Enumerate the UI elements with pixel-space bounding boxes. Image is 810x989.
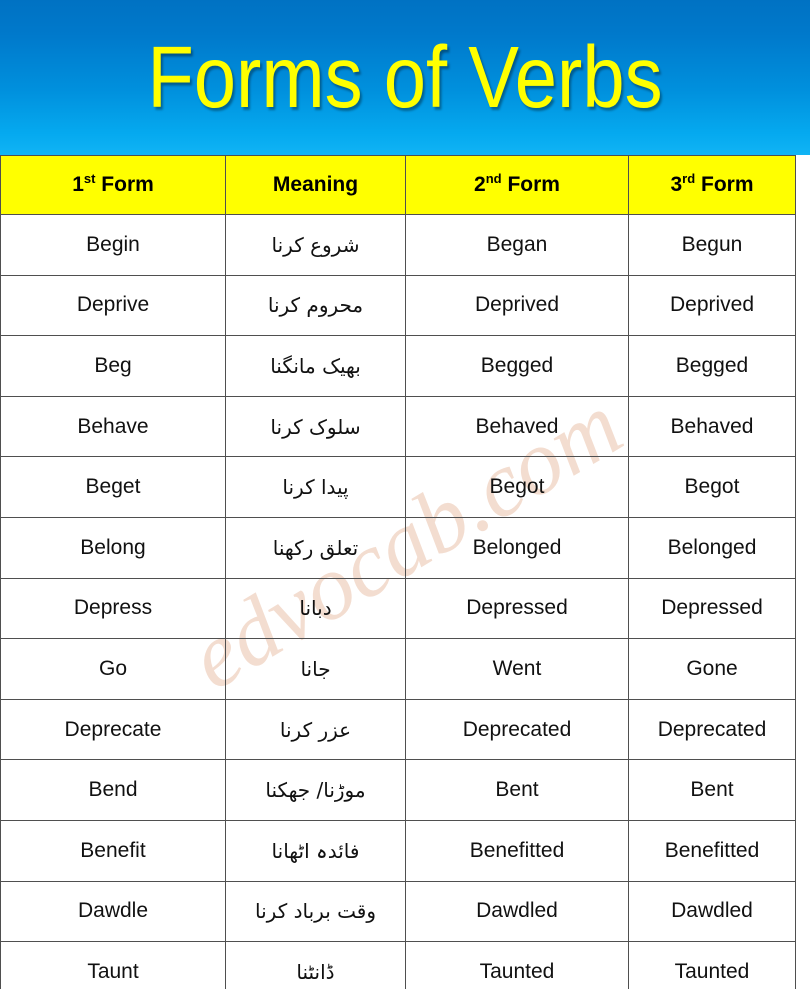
table-row: Behave سلوک کرنا Behaved Behaved: [0, 395, 796, 458]
header-suffix: Form: [695, 173, 754, 196]
cell-third-form: Dawdled: [628, 880, 796, 943]
cell-meaning: بھیک مانگنا: [225, 335, 406, 397]
table-row: Dawdle وقت برباد کرنا Dawdled Dawdled: [0, 880, 796, 943]
table-body: Begin شروع کرنا Began Begun Deprive محروم کرن…: [0, 214, 796, 989]
cell-meaning: تعلق رکھنا: [225, 516, 406, 579]
cell-meaning: ڈانٹنا: [225, 941, 406, 989]
cell-meaning: شروع کرنا: [225, 214, 406, 276]
table-row: Belong تعلق رکھنا Belonged Belonged: [0, 516, 796, 579]
cell-second-form: Belonged: [405, 516, 629, 579]
table-row: Begin شروع کرنا Began Begun: [0, 214, 796, 276]
cell-second-form: Begged: [405, 335, 629, 397]
cell-second-form: Deprived: [405, 274, 629, 337]
cell-second-form: Depressed: [405, 577, 629, 640]
cell-meaning: پیدا کرنا: [225, 456, 406, 518]
cell-meaning: دبانا: [225, 577, 406, 640]
cell-first-form: Dawdle: [0, 880, 226, 943]
cell-second-form: Dawdled: [405, 880, 629, 943]
cell-second-form: Began: [405, 214, 629, 276]
cell-third-form: Begun: [628, 214, 796, 276]
column-header-first-form: 1st Form: [0, 155, 226, 215]
cell-first-form: Beg: [0, 335, 226, 397]
header-base: 2: [474, 173, 486, 196]
cell-second-form: Taunted: [405, 941, 629, 989]
page-banner: Forms of Verbs: [0, 0, 810, 155]
table-row: Beget پیدا کرنا Begot Begot: [0, 456, 796, 518]
header-sup: nd: [485, 171, 502, 186]
cell-meaning: سلوک کرنا: [225, 395, 406, 458]
cell-third-form: Belonged: [628, 516, 796, 579]
table-row: Depress دبانا Depressed Depressed: [0, 577, 796, 640]
cell-first-form: Go: [0, 638, 226, 700]
cell-first-form: Belong: [0, 516, 226, 579]
column-header-second-form: 2nd Form: [405, 155, 629, 215]
column-header-third-form: 3rd Form: [628, 155, 796, 215]
cell-first-form: Begin: [0, 214, 226, 276]
table-row: Taunt ڈانٹنا Taunted Taunted: [0, 941, 796, 989]
cell-first-form: Benefit: [0, 819, 226, 882]
cell-meaning: جانا: [225, 638, 406, 700]
cell-third-form: Taunted: [628, 941, 796, 989]
cell-second-form: Begot: [405, 456, 629, 518]
cell-first-form: Bend: [0, 759, 226, 821]
cell-meaning: موڑنا/ جھکنا: [225, 759, 406, 821]
cell-third-form: Deprecated: [628, 698, 796, 761]
table-row: Benefit فائدہ اٹھانا Benefitted Benefitted: [0, 819, 796, 882]
header-suffix: Form: [95, 173, 154, 196]
header-base: Meaning: [272, 173, 359, 196]
cell-third-form: Bent: [628, 759, 796, 821]
table-row: Go جانا Went Gone: [0, 638, 796, 700]
cell-first-form: Beget: [0, 456, 226, 518]
cell-second-form: Benefitted: [405, 819, 629, 882]
header-sup: rd: [682, 171, 696, 186]
table-row: Deprecate عزر کرنا Deprecated Deprecated: [0, 698, 796, 761]
cell-meaning: محروم کرنا: [225, 274, 406, 337]
cell-third-form: Gone: [628, 638, 796, 700]
cell-first-form: Behave: [0, 395, 226, 458]
table-row: Bend موڑنا/ جھکنا Bent Bent: [0, 759, 796, 821]
cell-third-form: Benefitted: [628, 819, 796, 882]
cell-third-form: Behaved: [628, 395, 796, 458]
table-row: Beg بھیک مانگنا Begged Begged: [0, 335, 796, 397]
table-header-row: 1st Form Meaning 2nd Form 3rd Form: [0, 155, 796, 215]
cell-third-form: Deprived: [628, 274, 796, 337]
cell-first-form: Taunt: [0, 941, 226, 989]
cell-third-form: Depressed: [628, 577, 796, 640]
table-header: 1st Form Meaning 2nd Form 3rd Form: [0, 155, 796, 215]
header-base: 1: [72, 173, 84, 196]
cell-second-form: Bent: [405, 759, 629, 821]
cell-meaning: عزر کرنا: [225, 698, 406, 761]
cell-meaning: وقت برباد کرنا: [225, 880, 406, 943]
header-sup: st: [83, 171, 96, 186]
table-row: Deprive محروم کرنا Deprived Deprived: [0, 274, 796, 337]
cell-first-form: Deprecate: [0, 698, 226, 761]
cell-third-form: Begged: [628, 335, 796, 397]
cell-first-form: Depress: [0, 577, 226, 640]
cell-meaning: فائدہ اٹھانا: [225, 819, 406, 882]
page-title: Forms of Verbs: [147, 28, 663, 126]
header-suffix: Form: [501, 173, 560, 196]
header-base: 3: [670, 173, 683, 196]
verb-forms-page: Forms of Verbs edvocab.com 1st Form Mean…: [0, 0, 810, 989]
column-header-meaning: Meaning: [225, 155, 406, 215]
cell-second-form: Behaved: [405, 395, 629, 458]
cell-first-form: Deprive: [0, 274, 226, 337]
cell-second-form: Went: [405, 638, 629, 700]
cell-second-form: Deprecated: [405, 698, 629, 761]
cell-third-form: Begot: [628, 456, 796, 518]
verb-forms-table: 1st Form Meaning 2nd Form 3rd Form Begin…: [0, 155, 796, 989]
